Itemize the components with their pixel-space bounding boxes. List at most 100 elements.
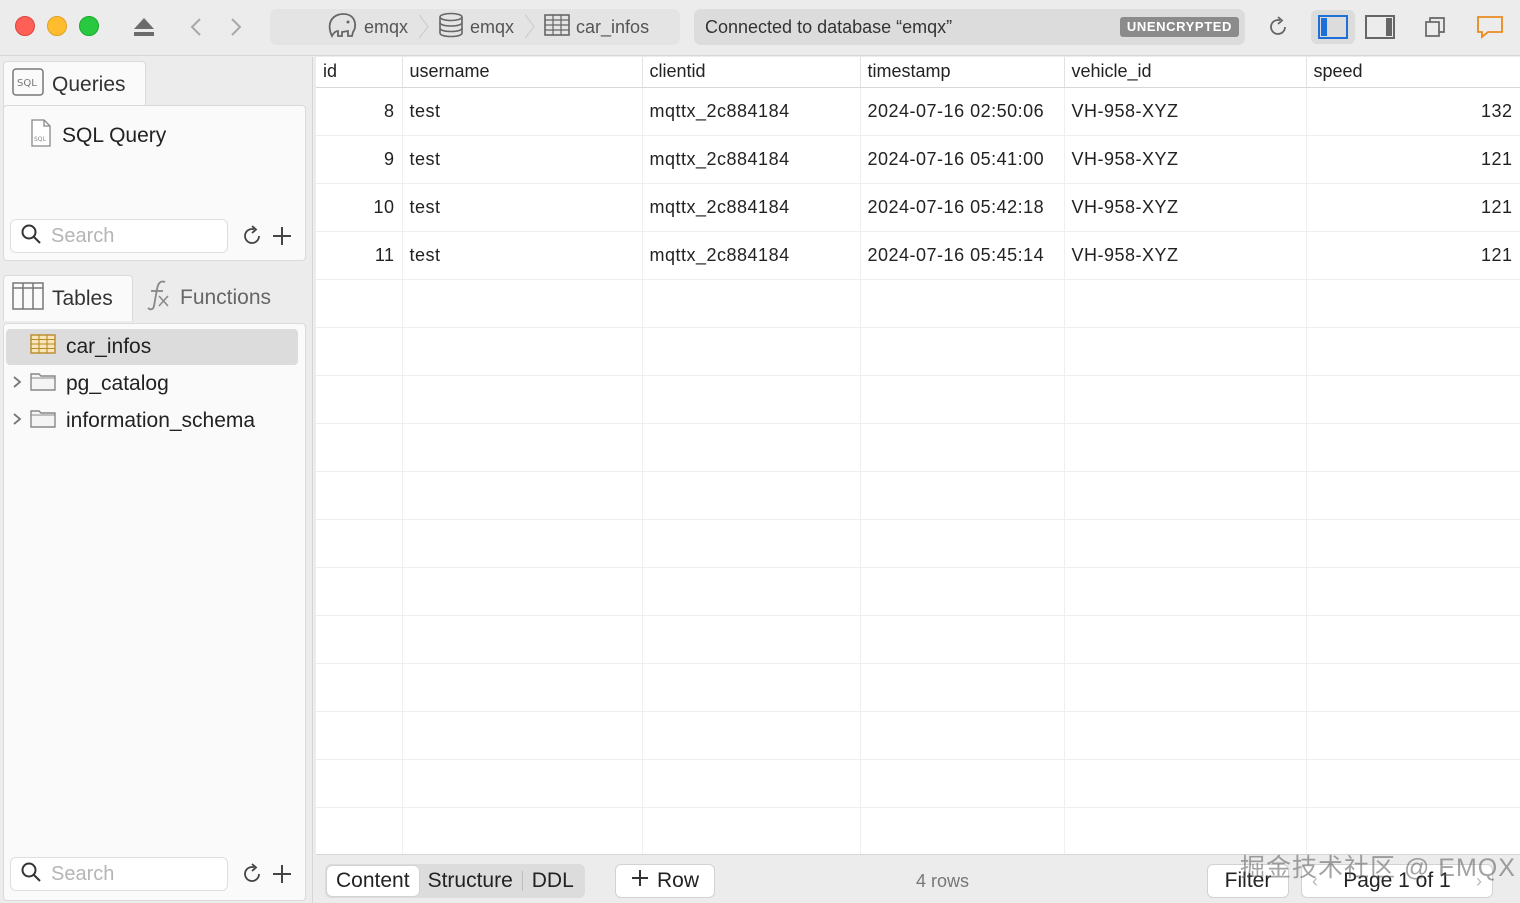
function-icon [146,279,172,317]
search-input[interactable] [51,862,211,886]
query-search-field[interactable] [10,219,228,253]
maximize-window-button[interactable] [79,16,99,36]
add-query-icon[interactable] [269,223,295,249]
cell-vehicle-id[interactable]: VH-958-XYZ [1064,231,1307,280]
cell-vehicle-id[interactable]: VH-958-XYZ [1064,183,1307,232]
table-row[interactable]: 9 test mqttx_2c884184 2024-07-16 05:41:0… [316,135,1520,184]
table-row[interactable]: 8 test mqttx_2c884184 2024-07-16 02:50:0… [316,87,1520,136]
cell-vehicle-id[interactable]: VH-958-XYZ [1064,87,1307,136]
pagination: ‹ Page 1 of 1 › [1301,864,1493,898]
table-icon [544,13,570,41]
breadcrumb-connection[interactable]: emqx [326,12,418,43]
filter-button[interactable]: Filter [1207,864,1289,898]
new-window-icon[interactable] [1420,12,1450,42]
breadcrumb-database[interactable]: emqx [438,12,524,43]
cell-vehicle-id[interactable]: VH-958-XYZ [1064,135,1307,184]
table-row[interactable]: 11 test mqttx_2c884184 2024-07-16 05:45:… [316,231,1520,280]
cell-timestamp[interactable]: 2024-07-16 05:42:18 [860,183,1065,232]
chevron-right-icon[interactable] [12,375,22,394]
cell-id[interactable]: 8 [316,87,403,136]
close-window-button[interactable] [15,16,35,36]
tab-tables[interactable]: Tables [3,275,133,321]
tab-ddl[interactable]: DDL [523,866,583,896]
cell-clientid[interactable]: mqttx_2c884184 [642,231,861,280]
cell-timestamp[interactable]: 2024-07-16 05:41:00 [860,135,1065,184]
tree-item-information-schema[interactable]: information_schema [6,403,298,439]
view-mode-segmented-control: Content Structure DDL [325,864,585,898]
breadcrumb-label: car_infos [576,16,650,37]
cell-username[interactable]: test [402,135,643,184]
column-header-speed[interactable]: speed [1306,57,1520,88]
cell-id[interactable]: 11 [316,231,403,280]
columns-icon [12,281,44,316]
add-row-button[interactable]: Row [615,864,715,898]
chevron-right-icon[interactable] [12,412,22,431]
cell-username[interactable]: test [402,87,643,136]
cell-id[interactable]: 9 [316,135,403,184]
column-header-clientid[interactable]: clientid [642,57,861,88]
search-icon [21,224,41,249]
column-header-vehicle-id[interactable]: vehicle_id [1064,57,1307,88]
table-row[interactable]: 10 test mqttx_2c884184 2024-07-16 05:42:… [316,183,1520,232]
cell-clientid[interactable]: mqttx_2c884184 [642,135,861,184]
table-search-field[interactable] [10,857,228,891]
breadcrumb-separator [418,9,428,45]
tab-structure[interactable]: Structure [419,866,522,896]
toggle-right-sidebar-icon[interactable] [1362,10,1398,44]
tab-functions[interactable]: Functions [138,275,306,321]
prev-page-icon[interactable]: ‹ [1312,871,1318,892]
tree-item-car-infos[interactable]: car_infos [6,329,298,365]
empty-row [316,471,1520,520]
cell-speed[interactable]: 121 [1306,135,1520,184]
cell-id[interactable]: 10 [316,183,403,232]
sidebar: SQL Queries SQL SQL Query Tables Functio… [0,57,313,903]
cell-timestamp[interactable]: 2024-07-16 02:50:06 [860,87,1065,136]
next-page-icon[interactable]: › [1476,871,1482,892]
empty-row [316,615,1520,664]
breadcrumb-table[interactable]: car_infos [544,13,659,41]
refresh-icon[interactable] [1264,12,1292,42]
back-icon[interactable] [184,12,208,42]
add-table-icon[interactable] [269,861,295,887]
search-icon [21,862,41,887]
column-header-timestamp[interactable]: timestamp [860,57,1065,88]
column-header-id[interactable]: id [316,57,403,88]
tab-queries[interactable]: SQL Queries [3,61,146,107]
eject-icon[interactable] [130,14,158,40]
tab-label: Functions [180,286,272,309]
tree-item-label: pg_catalog [66,372,169,395]
console-icon[interactable] [1474,12,1506,42]
cell-timestamp[interactable]: 2024-07-16 05:45:14 [860,231,1065,280]
table-icon [30,334,56,360]
page-indicator[interactable]: Page 1 of 1 [1343,869,1450,893]
breadcrumb: emqx emqx car_infos [270,9,680,45]
empty-row [316,519,1520,568]
status-text: Connected to database “emqx” [705,16,953,37]
cell-clientid[interactable]: mqttx_2c884184 [642,183,861,232]
tree-item-pg-catalog[interactable]: pg_catalog [6,366,298,402]
refresh-tables-icon[interactable] [239,861,265,887]
tree-item-label: car_infos [66,335,152,358]
search-input[interactable] [51,224,211,248]
cell-username[interactable]: test [402,231,643,280]
postgres-elephant-icon [326,12,358,43]
sql-icon: SQL [12,67,44,102]
tab-content[interactable]: Content [327,866,419,896]
cell-speed[interactable]: 121 [1306,183,1520,232]
toggle-left-sidebar-icon[interactable] [1311,10,1355,44]
forward-icon[interactable] [224,12,248,42]
tab-label: Tables [52,286,113,310]
column-header-username[interactable]: username [402,57,643,88]
sql-query-item[interactable]: SQL SQL Query [30,119,166,153]
cell-speed[interactable]: 121 [1306,231,1520,280]
cell-speed[interactable]: 132 [1306,87,1520,136]
add-row-label: Row [656,869,699,892]
empty-row [316,759,1520,808]
cell-clientid[interactable]: mqttx_2c884184 [642,87,861,136]
refresh-queries-icon[interactable] [239,223,265,249]
cell-username[interactable]: test [402,183,643,232]
row-count: 4 rows [916,871,970,891]
empty-row [316,567,1520,616]
empty-row [316,663,1520,712]
minimize-window-button[interactable] [47,16,67,36]
